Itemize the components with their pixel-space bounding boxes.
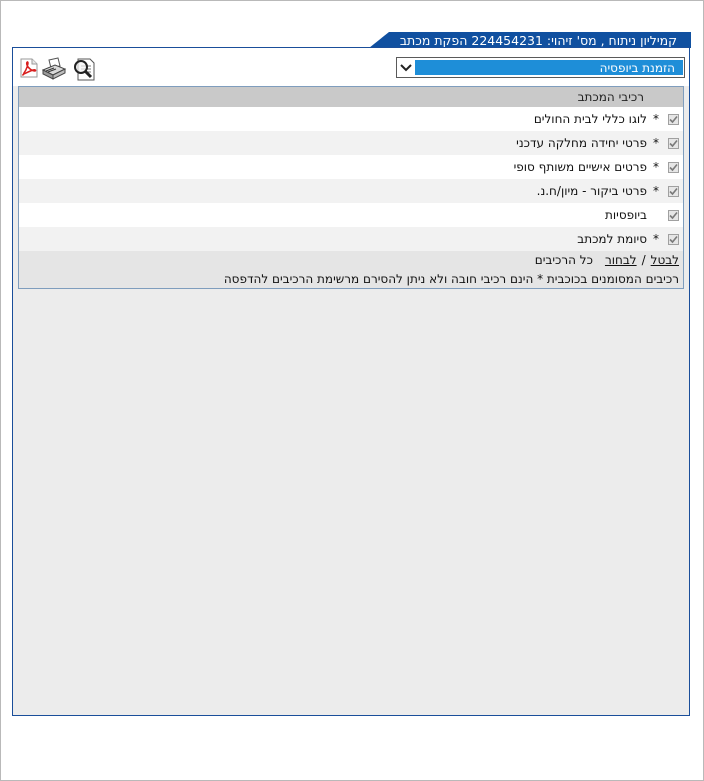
- component-checkbox[interactable]: [668, 161, 679, 173]
- component-checkbox[interactable]: [668, 185, 679, 197]
- mandatory-marker: *: [653, 232, 659, 246]
- component-row: * פרטים אישיים משותף סופי: [19, 155, 683, 179]
- components-header: רכיבי המכתב: [19, 87, 683, 107]
- component-label: לוגו כללי לבית החולים: [533, 112, 647, 126]
- pdf-icon[interactable]: [18, 57, 42, 81]
- select-all-controls: לבטל / לבחור כל הרכיבים: [19, 251, 683, 269]
- component-label: ביופסיות: [604, 208, 647, 222]
- component-label: פרטים אישיים משותף סופי: [513, 160, 647, 174]
- component-checkbox[interactable]: [668, 137, 679, 149]
- preview-magnifier-icon[interactable]: [72, 57, 96, 81]
- mandatory-marker: *: [653, 136, 659, 150]
- mandatory-note: רכיבים המסומנים בכוכבית * הינם רכיבי חוב…: [223, 272, 679, 286]
- all-components-label: כל הרכיבים: [534, 253, 593, 267]
- mandatory-marker: *: [653, 112, 659, 126]
- mandatory-marker: *: [653, 184, 659, 198]
- cancel-all-link[interactable]: לבטל: [651, 253, 679, 267]
- toolbar: הזמנת ביופסיה: [13, 48, 689, 86]
- chevron-down-icon[interactable]: [397, 58, 415, 77]
- component-label: סיומת למכתב: [577, 232, 647, 246]
- component-row: * סיומת למכתב: [19, 227, 683, 251]
- select-all-link[interactable]: לבחור: [605, 253, 637, 267]
- component-checkbox[interactable]: [668, 233, 679, 245]
- letter-components-box: רכיבי המכתב * לוגו כללי לבית החולים * פר…: [18, 86, 684, 289]
- printer-icon[interactable]: [41, 57, 67, 81]
- component-label: פרטי ביקור - מיון/ח.נ.: [536, 184, 647, 198]
- component-checkbox[interactable]: [668, 209, 679, 221]
- window-title-bar: קמיליון ניתוח , מס' זיהוי: 224454231 הפק…: [369, 32, 691, 48]
- letter-type-select[interactable]: הזמנת ביופסיה: [396, 57, 685, 78]
- window-title: קמיליון ניתוח , מס' זיהוי: 224454231 הפק…: [399, 32, 677, 48]
- component-row: * לוגו כללי לבית החולים: [19, 107, 683, 131]
- link-separator: /: [641, 253, 646, 267]
- component-checkbox[interactable]: [668, 113, 679, 125]
- letter-type-selected-value: הזמנת ביופסיה: [415, 60, 683, 75]
- mandatory-marker: *: [653, 160, 659, 174]
- component-row: ביופסיות: [19, 203, 683, 227]
- component-row: * פרטי יחידה מחלקה עדכני: [19, 131, 683, 155]
- component-label: פרטי יחידה מחלקה עדכני: [516, 136, 647, 150]
- component-row: * פרטי ביקור - מיון/ח.נ.: [19, 179, 683, 203]
- main-panel: הזמנת ביופסיה רכיבי המכתב * לוגו כללי לב…: [12, 47, 690, 716]
